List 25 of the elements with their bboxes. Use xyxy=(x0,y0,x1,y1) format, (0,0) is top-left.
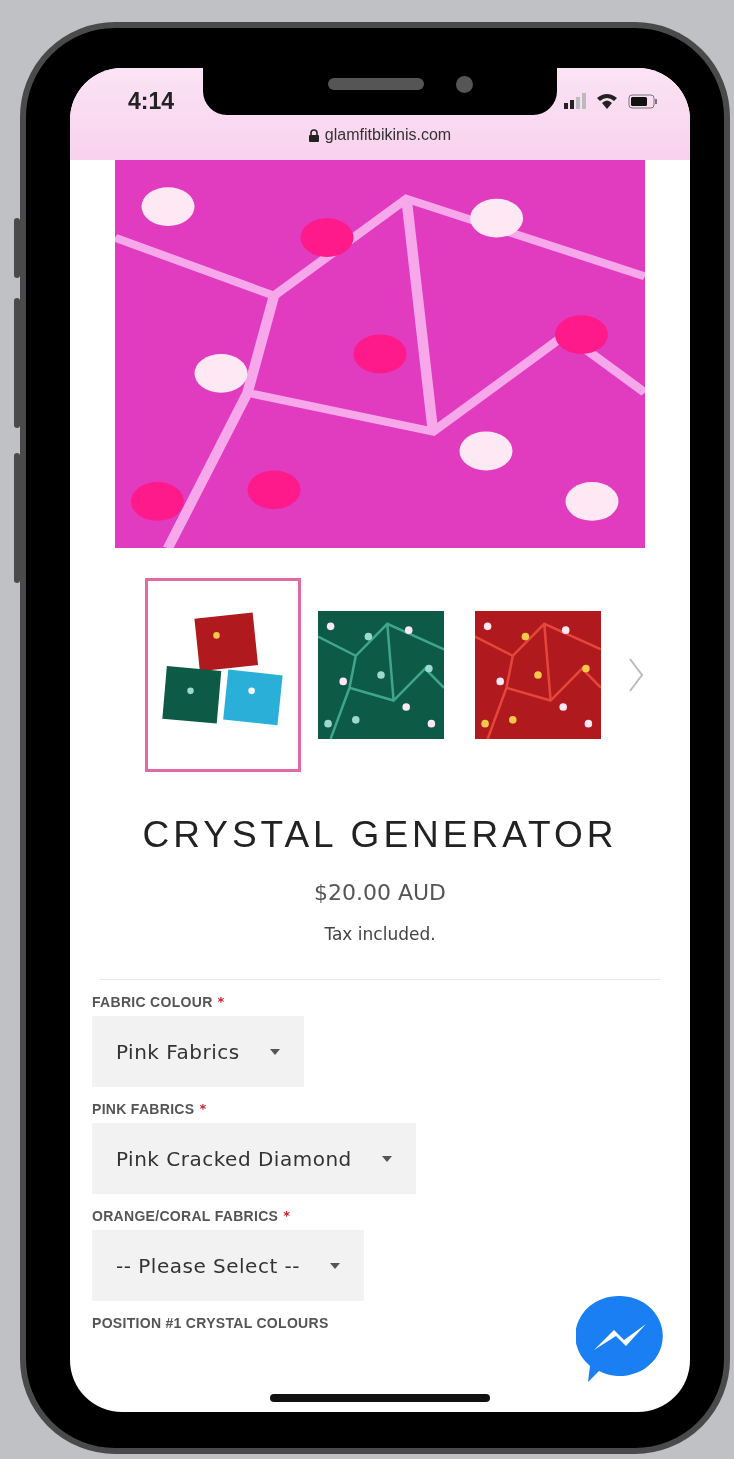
required-mark: * xyxy=(283,1208,290,1223)
caret-icon xyxy=(269,1048,280,1055)
product-price: $20.00 AUD xyxy=(312,879,448,907)
option-label: PINK FABRICS xyxy=(92,1101,195,1117)
caret-icon xyxy=(381,1155,392,1162)
clock-time: 4:14 xyxy=(128,88,175,115)
url-text[interactable]: glamfitbikinis.com xyxy=(324,126,452,144)
signal-icon xyxy=(564,93,586,109)
option-label: POSITION #1 CRYSTAL COLOURS xyxy=(92,1315,329,1331)
battery-icon xyxy=(628,93,658,109)
thumbnail[interactable] xyxy=(145,578,301,772)
option-label: FABRIC COLOUR xyxy=(92,994,213,1010)
option-label: ORANGE/CORAL FABRICS xyxy=(92,1208,279,1224)
wifi-icon xyxy=(596,93,618,109)
caret-icon xyxy=(330,1262,341,1269)
front-camera xyxy=(456,76,473,93)
required-mark: * xyxy=(199,1101,207,1116)
required-mark: * xyxy=(217,994,225,1009)
tax-note: Tax included. xyxy=(323,923,437,945)
option-dropdown[interactable]: Pink Fabrics xyxy=(92,1016,304,1087)
lock-icon xyxy=(308,128,319,142)
option-dropdown[interactable]: Pink Cracked Diamond xyxy=(92,1123,416,1194)
messenger-button[interactable] xyxy=(576,1294,666,1384)
product-title: CRYSTAL GENERATOR xyxy=(141,813,619,857)
option-dropdown[interactable]: -- Please Select -- xyxy=(92,1230,365,1301)
